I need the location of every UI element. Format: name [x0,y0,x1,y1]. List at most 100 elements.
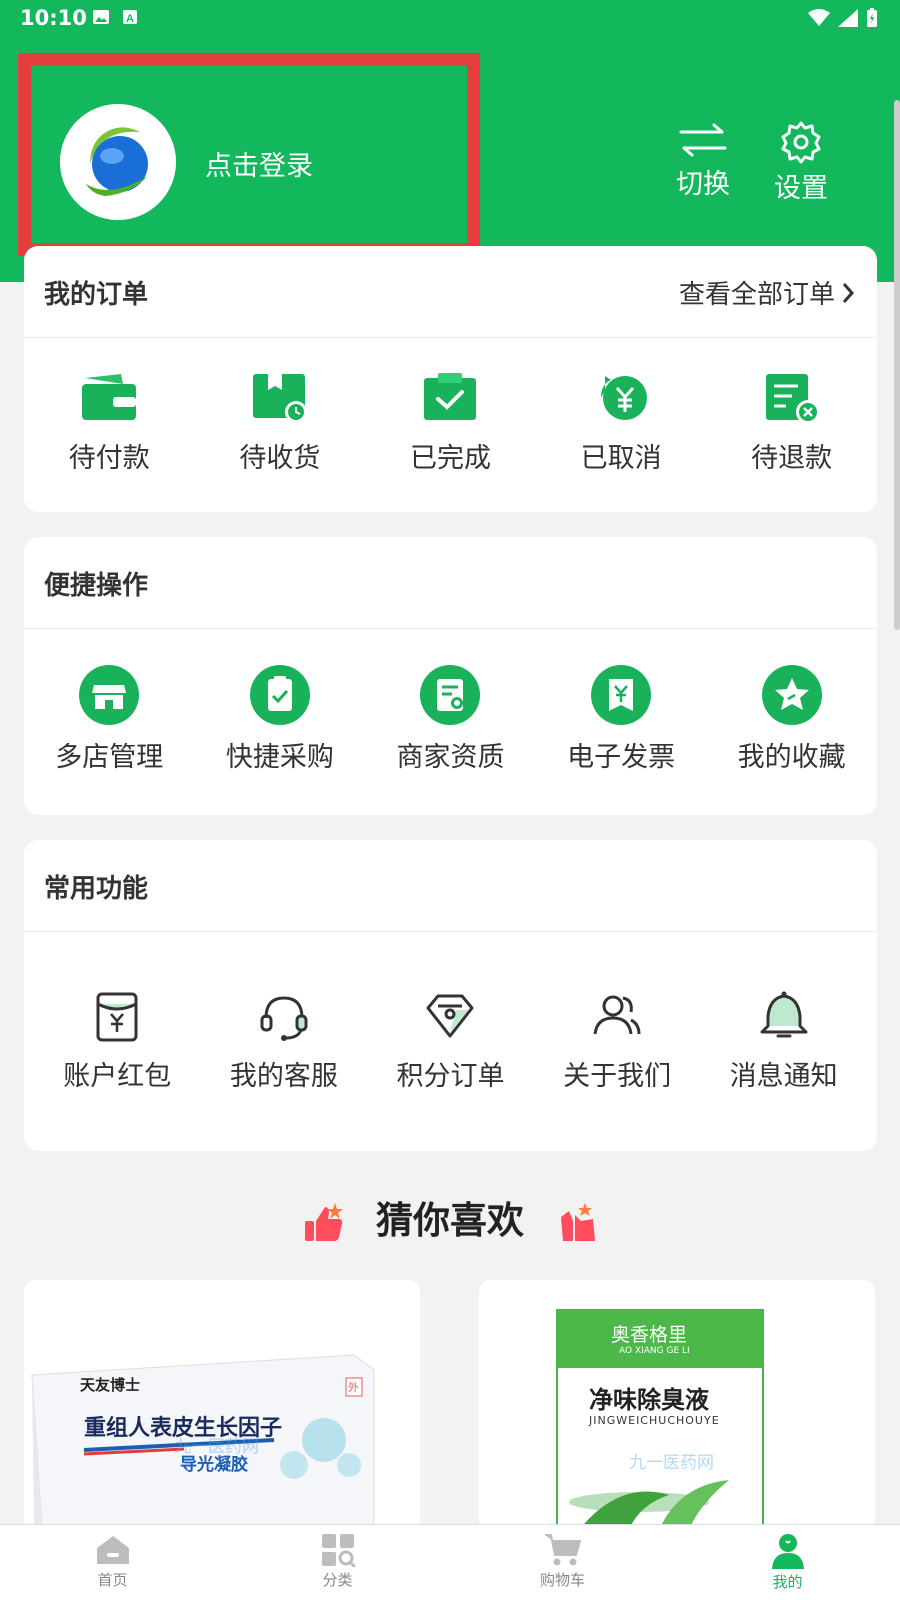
login-link[interactable]: 点击登录 [205,144,313,183]
product-image [24,1280,420,1530]
quick-action-label: 电子发票 [567,742,676,773]
settings-label: 设置 [774,173,828,204]
function-label: 账户红包 [63,1061,172,1092]
home-icon [96,1536,129,1564]
divider [24,628,877,629]
thumbs-up-icon [305,1202,344,1241]
bell-icon [760,991,808,1038]
order-label: 已完成 [409,443,491,474]
wallet-icon [82,374,137,420]
product-brand: 奥香格里 [611,1324,688,1346]
order-label: 已取消 [580,443,662,474]
recommend-title: 猜你喜欢 [376,1199,524,1242]
quick-action-fast-purchase[interactable]: 快捷采购 [195,665,366,774]
quick-action-qualification[interactable]: 商家资质 [365,665,536,774]
certificate-icon [420,665,481,725]
quick-action-label: 我的收藏 [737,742,846,773]
divider [24,931,877,932]
tab-label: 分类 [322,1571,353,1589]
invoice-icon [591,665,652,725]
refund-pending-icon [765,374,820,424]
common-functions-title: 常用功能 [44,874,149,904]
function-label: 积分订单 [396,1061,505,1092]
order-cancelled[interactable]: 已取消 [536,370,707,475]
quick-action-multi-store[interactable]: 多店管理 [24,665,195,774]
red-packet-icon [96,992,138,1042]
status-bar: 10:10 A [0,0,900,38]
tab-home[interactable]: 首页 [0,1525,225,1600]
quick-action-e-invoice[interactable]: 电子发票 [536,665,707,774]
tab-mine[interactable]: 我的 [675,1525,900,1600]
function-label: 消息通知 [729,1061,838,1092]
cart-icon [544,1534,581,1566]
svg-text:A: A [126,13,134,25]
profile-icon [771,1534,804,1569]
function-red-packet[interactable]: 账户红包 [34,988,201,1093]
order-pending-payment[interactable]: 待付款 [24,370,195,475]
divider [24,337,877,338]
order-pending-refund[interactable]: 待退款 [706,370,877,475]
switch-button[interactable]: 切换 [668,120,738,201]
product-pinyin: JINGWEICHUCHOUYE [589,1414,720,1427]
product-card[interactable]: 天友博士 外 重组人表皮生长因子 导光凝胶 九一医药网 [24,1280,420,1530]
order-label: 待退款 [751,443,833,474]
view-all-label: 查看全部订单 [678,280,835,310]
headset-icon [260,996,308,1041]
recommend-heading: 猜你喜欢 [0,1190,900,1245]
tab-label: 首页 [97,1571,128,1589]
common-functions-card: 常用功能 账户红包 我的客服 积分订单 关于我们 消息通知 [24,840,877,1151]
product-card[interactable]: 奥香格里 AO XIANG GE LI 净味除臭液 JINGWEICHUCHOU… [479,1280,875,1530]
gallery-icon [93,10,109,24]
order-pending-receipt[interactable]: 待收货 [195,370,366,475]
watermark-text: 九一医药网 [629,1453,714,1473]
product-badge: 外 [348,1381,359,1394]
avatar[interactable] [60,104,176,220]
function-label: 关于我们 [563,1061,672,1092]
function-notifications[interactable]: 消息通知 [700,988,867,1093]
users-icon [593,995,641,1035]
quick-action-label: 快捷采购 [225,742,334,773]
orders-card: 我的订单 查看全部订单 待付款 待收货 已完成 已取消 待退款 [24,246,877,512]
function-about-us[interactable]: 关于我们 [534,988,701,1093]
quick-action-label: 商家资质 [396,742,505,773]
app-logo-icon [60,104,176,220]
quick-action-favorites[interactable]: 我的收藏 [706,665,877,774]
chevron-right-icon [842,282,855,303]
quick-action-label: 多店管理 [55,742,164,773]
watermark-text: 九一医药网 [174,1437,259,1457]
notification-a-icon: A [123,10,137,25]
tab-label: 我的 [772,1573,803,1591]
signal-icon [838,9,858,27]
quick-actions-grid: 多店管理 快捷采购 商家资质 电子发票 我的收藏 [24,665,877,774]
quick-actions-card: 便捷操作 多店管理 快捷采购 商家资质 电子发票 我的收藏 [24,537,877,815]
swap-arrows-icon [679,123,727,157]
tab-cart[interactable]: 购物车 [450,1525,675,1600]
switch-label: 切换 [676,169,730,200]
scrollbar[interactable] [894,100,900,630]
quick-actions-title: 便捷操作 [44,571,149,601]
function-customer-service[interactable]: 我的客服 [201,988,368,1093]
points-tag-icon [426,994,474,1038]
product-brand: 天友博士 [80,1376,141,1394]
refund-yuan-icon [601,376,648,420]
settings-button[interactable]: 设置 [766,120,836,205]
common-functions-grid: 账户红包 我的客服 积分订单 关于我们 消息通知 [34,988,867,1093]
clipboard-check-icon [249,665,310,725]
product-name: 净味除臭液 [589,1386,709,1414]
tab-category[interactable]: 分类 [225,1525,450,1600]
hands-up-icon [560,1202,595,1241]
view-all-orders-link[interactable]: 查看全部订单 [679,274,855,311]
order-label: 待收货 [239,443,321,474]
store-icon [79,665,140,725]
tab-label: 购物车 [539,1571,585,1589]
star-icon [761,665,822,725]
function-points-orders[interactable]: 积分订单 [367,988,534,1093]
function-label: 我的客服 [229,1061,338,1092]
gear-icon [781,121,821,164]
bottom-tab-bar: 首页 分类 购物车 我的 [0,1524,900,1600]
order-completed[interactable]: 已完成 [365,370,536,475]
order-label: 待付款 [68,443,150,474]
battery-icon [867,8,877,27]
wifi-icon [808,9,830,26]
category-icon [321,1534,356,1567]
